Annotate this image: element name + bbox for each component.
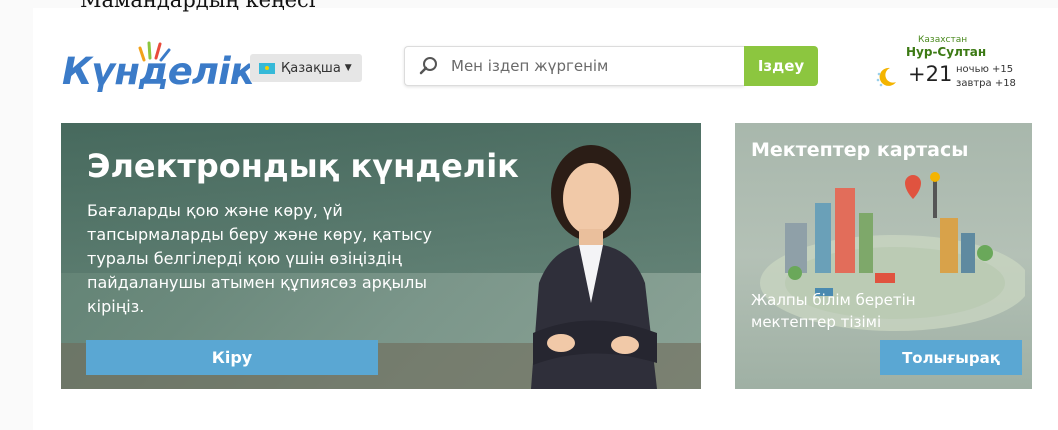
main-banner: Электрондық күнделік Бағаларды қою және … (61, 123, 701, 389)
login-button[interactable]: Кіру (86, 340, 378, 375)
weather-city[interactable]: Нур-Султан (906, 45, 986, 59)
search-box (404, 46, 744, 86)
site-logo[interactable]: Күнделік (62, 41, 255, 100)
weather-widget: Казахстан Нур-Султан +21 ночью +15 завтр… (868, 34, 1028, 94)
logo-text: Күнделік (62, 50, 255, 93)
weather-country: Казахстан (918, 35, 968, 45)
weather-tomorrow: завтра +18 (956, 78, 1016, 89)
top-caption: Мамандардың кеңесі (80, 0, 316, 12)
weather-night: ночью +15 (956, 64, 1014, 75)
search-icon (419, 57, 437, 75)
banner-description: Бағаларды қою және көру, үй тапсырмалард… (87, 201, 433, 316)
schools-map-card: Мектептер картасы Жалпы білім беретін ме… (735, 123, 1032, 389)
map-card-title: Мектептер картасы (751, 139, 969, 161)
map-card-description: Жалпы білім беретін мектептер тізімі (751, 291, 916, 331)
banner-title: Электрондық күнделік (87, 147, 519, 185)
language-select[interactable]: Қазақша ▼ (250, 54, 362, 82)
moon-icon (876, 67, 896, 87)
chevron-down-icon: ▼ (344, 63, 352, 73)
more-button[interactable]: Толығырақ (880, 340, 1022, 375)
kazakhstan-flag-icon (259, 62, 275, 74)
weather-temperature: +21 (908, 62, 953, 86)
search-button[interactable]: Іздеу (744, 46, 818, 86)
search-input[interactable] (449, 56, 733, 76)
language-label: Қазақша (281, 60, 341, 76)
